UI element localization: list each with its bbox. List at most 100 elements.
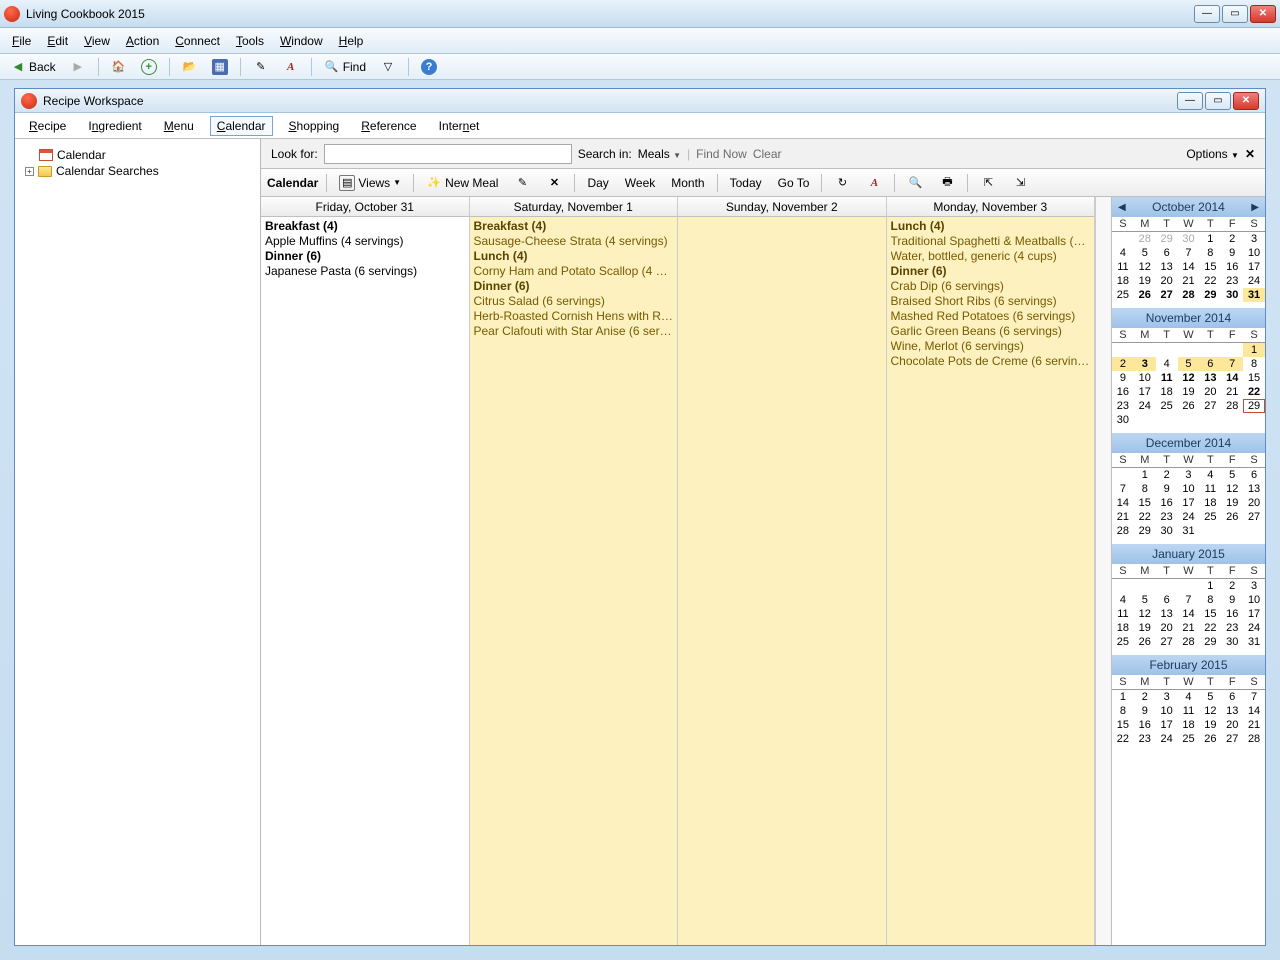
day-cell[interactable]: 7 [1178, 246, 1200, 260]
day-cell[interactable]: 11 [1112, 607, 1134, 621]
menu-file[interactable]: File [12, 34, 31, 48]
find-button[interactable]: 🔍Find [320, 58, 370, 76]
day-cell[interactable]: 13 [1243, 482, 1265, 496]
day-cell[interactable]: 12 [1134, 607, 1156, 621]
day-cell[interactable]: 6 [1221, 690, 1243, 704]
meal-item[interactable]: Citrus Salad (6 servings) [474, 294, 674, 309]
meal-item[interactable]: Japanese Pasta (6 servings) [265, 264, 465, 279]
tab-shopping[interactable]: Shopping [283, 117, 346, 135]
day-cell[interactable]: 13 [1156, 607, 1178, 621]
day-cell[interactable]: 12 [1221, 482, 1243, 496]
day-cell[interactable]: 2 [1221, 232, 1243, 246]
goto-button[interactable]: Go To [774, 175, 814, 191]
day-cell[interactable]: 11 [1156, 371, 1178, 385]
font-button[interactable]: A [279, 58, 303, 76]
day-view-button[interactable]: Day [583, 175, 612, 191]
close-search-icon[interactable]: ✕ [1245, 147, 1255, 161]
day-cell[interactable]: 15 [1199, 260, 1221, 274]
day-column[interactable]: Monday, November 3Lunch (4)Traditional S… [887, 197, 1095, 945]
tab-calendar[interactable]: Calendar [210, 116, 273, 136]
clear-link[interactable]: Clear [753, 147, 782, 161]
day-cell[interactable]: 23 [1221, 621, 1243, 635]
meal-item[interactable]: Traditional Spaghetti & Meatballs (4 s..… [891, 234, 1091, 249]
import-button[interactable]: ⇲ [1008, 174, 1032, 192]
day-body[interactable]: Lunch (4)Traditional Spaghetti & Meatbal… [887, 217, 1095, 945]
day-body[interactable] [678, 217, 886, 945]
forward-button[interactable]: ▶ [66, 58, 90, 76]
day-cell[interactable]: 11 [1199, 482, 1221, 496]
day-cell[interactable]: 19 [1221, 496, 1243, 510]
day-cell[interactable]: 12 [1178, 371, 1200, 385]
day-cell[interactable]: 26 [1221, 510, 1243, 524]
day-cell[interactable]: 31 [1178, 524, 1200, 538]
day-cell[interactable]: 10 [1243, 246, 1265, 260]
day-cell[interactable]: 24 [1134, 399, 1156, 413]
day-cell[interactable]: 10 [1134, 371, 1156, 385]
day-cell[interactable]: 28 [1243, 732, 1265, 746]
meal-item[interactable]: Crab Dip (6 servings) [891, 279, 1091, 294]
day-cell[interactable]: 28 [1134, 232, 1156, 246]
refresh-button[interactable]: ↻ [830, 174, 854, 192]
tab-reference[interactable]: Reference [355, 117, 422, 135]
save-button[interactable]: ▦ [208, 58, 232, 76]
day-cell[interactable]: 20 [1221, 718, 1243, 732]
day-cell[interactable]: 6 [1156, 246, 1178, 260]
day-cell[interactable]: 17 [1243, 607, 1265, 621]
day-cell[interactable]: 13 [1221, 704, 1243, 718]
day-cell[interactable]: 21 [1243, 718, 1265, 732]
meal-item[interactable]: Apple Muffins (4 servings) [265, 234, 465, 249]
day-cell[interactable]: 1 [1243, 343, 1265, 357]
edit-meal-button[interactable]: ✎ [510, 174, 534, 192]
meal-item[interactable]: Sausage-Cheese Strata (4 servings) [474, 234, 674, 249]
tree-node-searches[interactable]: + Calendar Searches [19, 163, 256, 179]
day-cell[interactable]: 9 [1156, 482, 1178, 496]
day-cell[interactable]: 3 [1243, 232, 1265, 246]
day-cell[interactable]: 22 [1199, 274, 1221, 288]
day-cell[interactable]: 29 [1156, 232, 1178, 246]
day-cell[interactable]: 31 [1243, 635, 1265, 649]
day-cell[interactable]: 15 [1199, 607, 1221, 621]
day-cell[interactable]: 18 [1178, 718, 1200, 732]
day-cell[interactable]: 9 [1221, 246, 1243, 260]
new-button[interactable]: + [137, 58, 161, 76]
meal-item[interactable]: Wine, Merlot (6 servings) [891, 339, 1091, 354]
expand-icon[interactable]: + [25, 167, 34, 176]
day-cell[interactable]: 17 [1134, 385, 1156, 399]
views-dropdown[interactable]: ▤Views ▼ [335, 174, 405, 192]
day-cell[interactable]: 22 [1243, 385, 1265, 399]
day-cell[interactable]: 4 [1112, 246, 1134, 260]
meal-header[interactable]: Dinner (6) [265, 249, 465, 264]
day-cell[interactable]: 6 [1156, 593, 1178, 607]
day-cell[interactable]: 16 [1134, 718, 1156, 732]
day-cell[interactable]: 9 [1221, 593, 1243, 607]
day-cell[interactable]: 18 [1112, 274, 1134, 288]
day-cell[interactable]: 5 [1178, 357, 1200, 371]
day-cell[interactable]: 27 [1156, 288, 1178, 302]
day-cell[interactable]: 2 [1112, 357, 1134, 371]
menu-window[interactable]: Window [280, 34, 323, 48]
day-cell[interactable]: 30 [1112, 413, 1134, 427]
day-cell[interactable]: 31 [1243, 288, 1265, 302]
day-cell[interactable]: 30 [1221, 635, 1243, 649]
print-button[interactable]: 🖶 [935, 174, 959, 192]
day-cell[interactable]: 7 [1112, 482, 1134, 496]
meal-item[interactable]: Braised Short Ribs (6 servings) [891, 294, 1091, 309]
ws-minimize-button[interactable]: — [1177, 92, 1203, 110]
day-cell[interactable]: 28 [1178, 288, 1200, 302]
day-cell[interactable]: 16 [1221, 607, 1243, 621]
day-cell[interactable]: 23 [1134, 732, 1156, 746]
tab-menu[interactable]: Menu [158, 117, 200, 135]
edit-button[interactable]: ✎ [249, 58, 273, 76]
tab-internet[interactable]: Internet [433, 117, 486, 135]
day-body[interactable]: Breakfast (4)Sausage-Cheese Strata (4 se… [470, 217, 678, 945]
day-cell[interactable]: 19 [1178, 385, 1200, 399]
menu-tools[interactable]: Tools [236, 34, 264, 48]
options-dropdown[interactable]: Options ▼ [1186, 147, 1239, 161]
day-cell[interactable]: 19 [1199, 718, 1221, 732]
meal-header[interactable]: Breakfast (4) [265, 219, 465, 234]
meal-item[interactable]: Water, bottled, generic (4 cups) [891, 249, 1091, 264]
day-cell[interactable]: 14 [1178, 607, 1200, 621]
day-cell[interactable]: 19 [1134, 621, 1156, 635]
day-cell[interactable]: 21 [1221, 385, 1243, 399]
delete-button[interactable]: ✕ [542, 174, 566, 192]
